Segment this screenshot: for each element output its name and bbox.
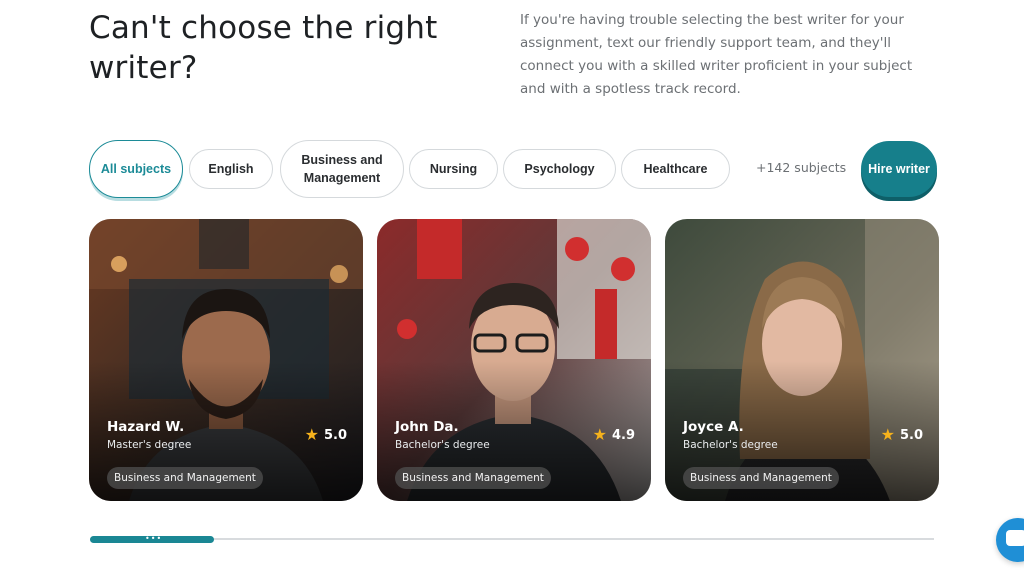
carousel-scrollbar-track[interactable] <box>90 538 934 540</box>
section-intro: If you're having trouble selecting the b… <box>520 12 913 97</box>
rating-value: 4.9 <box>611 427 635 443</box>
more-subjects-link[interactable]: +142 subjects <box>756 160 846 175</box>
writer-degree: Bachelor's degree <box>395 439 490 451</box>
chat-bubble-icon <box>1006 530 1024 546</box>
filter-chip-psychology[interactable]: Psychology <box>503 149 616 189</box>
writer-rating: ★ 4.9 <box>593 427 635 443</box>
writer-name: Joyce A. <box>683 419 744 435</box>
writer-rating: ★ 5.0 <box>305 427 347 443</box>
writer-rating: ★ 5.0 <box>881 427 923 443</box>
scrollbar-grip-icon: ••• <box>145 534 163 543</box>
filter-chip-business-management[interactable]: Business and Management <box>280 140 404 198</box>
star-icon: ★ <box>304 425 319 444</box>
writer-carousel: Hazard W. Master's degree ★ 5.0 Business… <box>89 219 939 501</box>
rating-value: 5.0 <box>323 427 347 443</box>
star-icon: ★ <box>880 425 895 444</box>
filter-chip-all-subjects[interactable]: All subjects <box>89 140 183 198</box>
writer-subject-tag: Business and Management <box>107 467 263 489</box>
rating-value: 5.0 <box>899 427 923 443</box>
writer-degree: Bachelor's degree <box>683 439 778 451</box>
star-icon: ★ <box>592 425 607 444</box>
writer-subject-tag: Business and Management <box>683 467 839 489</box>
writer-subject-tag: Business and Management <box>395 467 551 489</box>
writer-name: Hazard W. <box>107 419 185 435</box>
section-title: Can't choose the right writer? <box>89 10 438 86</box>
filter-chip-english[interactable]: English <box>189 149 273 189</box>
writer-name: John Da. <box>395 419 459 435</box>
writer-card[interactable]: Joyce A. Bachelor's degree ★ 5.0 Busines… <box>665 219 939 501</box>
subject-filter-bar: All subjects English Business and Manage… <box>89 140 939 198</box>
filter-chip-healthcare[interactable]: Healthcare <box>621 149 730 189</box>
chat-launcher-button[interactable] <box>996 518 1024 562</box>
writer-card[interactable]: Hazard W. Master's degree ★ 5.0 Business… <box>89 219 363 501</box>
writer-card[interactable]: John Da. Bachelor's degree ★ 4.9 Busines… <box>377 219 651 501</box>
hire-writer-button[interactable]: Hire writer <box>861 141 937 197</box>
filter-chip-nursing[interactable]: Nursing <box>409 149 498 189</box>
writer-degree: Master's degree <box>107 439 192 451</box>
